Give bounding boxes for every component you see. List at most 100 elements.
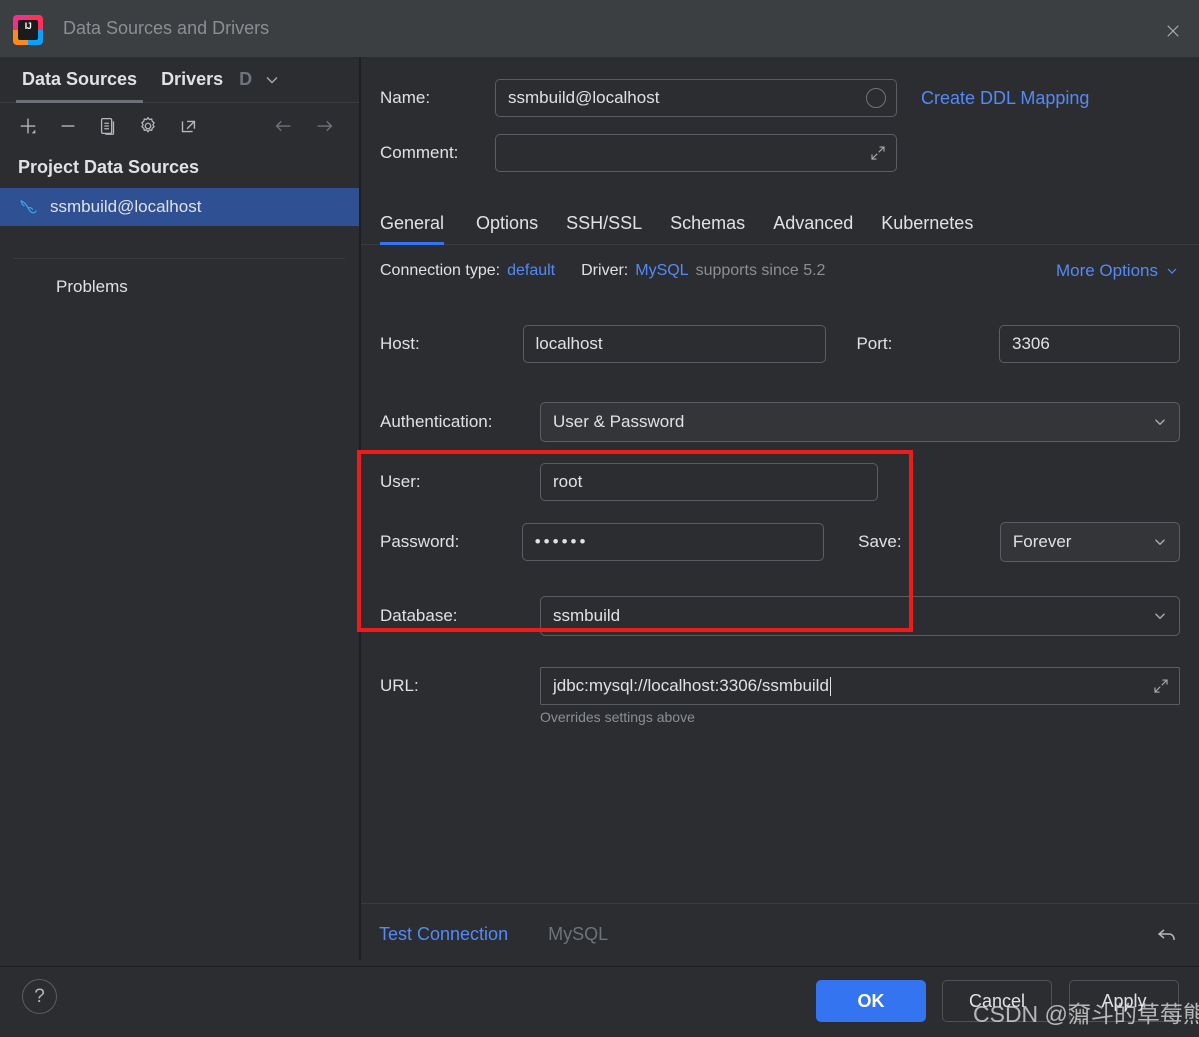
close-icon[interactable] <box>1147 4 1199 57</box>
host-field-row: Host: localhost Port: 3306 <box>380 325 1180 363</box>
tab-drivers-label: Drivers <box>161 69 224 89</box>
tab-ssh-ssl-label: SSH/SSL <box>566 213 643 233</box>
chevron-down-icon <box>1151 533 1169 551</box>
window-titlebar: IJ Data Sources and Drivers <box>0 0 1199 57</box>
tab-drivers[interactable]: Drivers <box>149 57 235 103</box>
authentication-dropdown[interactable]: User & Password <box>540 402 1180 442</box>
driver-value[interactable]: MySQL <box>635 262 688 280</box>
tab-general-label: General <box>380 213 445 233</box>
sidebar-item-problems[interactable]: Problems <box>0 259 359 297</box>
add-icon[interactable] <box>16 114 40 138</box>
duplicate-icon[interactable] <box>96 114 120 138</box>
mysql-dolphin-icon <box>16 196 42 218</box>
port-input-value: 3306 <box>1012 334 1050 353</box>
driver-note: supports since 5.2 <box>695 262 826 279</box>
test-connection-link[interactable]: Test Connection <box>379 924 508 945</box>
url-input-value: jdbc:mysql://localhost:3306/ssmbuild <box>553 676 829 695</box>
tab-advanced[interactable]: Advanced <box>759 213 867 244</box>
cancel-button-label: Cancel <box>968 990 1026 1011</box>
url-field-row: URL: jdbc:mysql://localhost:3306/ssmbuil… <box>380 667 1180 705</box>
name-input[interactable]: ssmbuild@localhost <box>495 79 897 117</box>
chevron-down-icon <box>1151 607 1169 625</box>
host-label: Host: <box>380 334 420 353</box>
authentication-label: Authentication: <box>380 412 493 431</box>
name-input-value: ssmbuild@localhost <box>508 88 660 107</box>
sidebar-toolbar <box>0 103 359 149</box>
tab-schemas-label: Schemas <box>670 213 746 233</box>
tab-kubernetes[interactable]: Kubernetes <box>867 213 987 244</box>
dialog-footer: ? OK Cancel Apply <box>0 966 1199 1037</box>
database-field-row: Database: ssmbuild <box>380 596 1180 636</box>
host-input-value: localhost <box>535 334 603 353</box>
port-label: Port: <box>856 334 893 353</box>
connection-info-row: Connection type: default Driver: MySQL s… <box>380 261 1180 281</box>
connection-type-label: Connection type: <box>380 262 501 279</box>
driver-name-label: MySQL <box>548 924 609 944</box>
apply-button-label: Apply <box>1101 990 1147 1011</box>
name-reset-circle-icon[interactable] <box>866 88 886 108</box>
tab-data-sources[interactable]: Data Sources <box>10 57 149 103</box>
cancel-button[interactable]: Cancel <box>942 980 1052 1022</box>
help-button[interactable]: ? <box>22 979 57 1014</box>
tab-truncated[interactable]: D <box>235 57 256 103</box>
tab-data-sources-label: Data Sources <box>22 69 138 89</box>
forward-arrow-icon[interactable] <box>313 114 337 138</box>
authentication-value: User & Password <box>553 412 685 431</box>
user-input[interactable]: root <box>540 463 878 501</box>
revert-arrow-icon[interactable] <box>1155 923 1179 947</box>
ok-button-label: OK <box>857 990 885 1011</box>
user-input-value: root <box>553 472 583 491</box>
driver-label: Driver: <box>581 262 629 279</box>
chevron-down-icon[interactable] <box>262 70 282 90</box>
database-dropdown[interactable]: ssmbuild <box>540 596 1180 636</box>
connection-type-value[interactable]: default <box>507 262 555 280</box>
url-input[interactable]: jdbc:mysql://localhost:3306/ssmbuild <box>540 667 1180 705</box>
host-input[interactable]: localhost <box>522 325 827 363</box>
open-external-icon[interactable] <box>176 114 200 138</box>
sidebar-panel: Data Sources Drivers D Project Data Sour… <box>0 57 360 960</box>
save-value: Forever <box>1012 532 1072 551</box>
remove-icon[interactable] <box>56 114 80 138</box>
sidebar-item-ssmbuild-localhost[interactable]: ssmbuild@localhost <box>0 188 359 226</box>
detail-panel: Name: ssmbuild@localhost Create DDL Mapp… <box>361 57 1199 902</box>
data-sources-dialog: IJ Data Sources and Drivers Data Sources… <box>0 0 1199 1037</box>
tab-general[interactable]: General <box>380 213 462 245</box>
logo-text: IJ <box>18 19 38 40</box>
sidebar-nav-buttons <box>271 114 337 138</box>
tab-ssh-ssl[interactable]: SSH/SSL <box>552 213 656 244</box>
expand-editor-icon[interactable] <box>869 144 887 162</box>
user-label: User: <box>380 472 421 491</box>
database-value: ssmbuild <box>553 606 621 625</box>
password-input-value: •••••• <box>534 532 589 551</box>
tab-schemas[interactable]: Schemas <box>656 213 759 244</box>
authentication-field-row: Authentication: User & Password <box>380 402 1180 442</box>
password-input[interactable]: •••••• <box>521 523 825 561</box>
chevron-down-icon <box>1167 268 1177 274</box>
password-label: Password: <box>380 532 460 551</box>
tab-options[interactable]: Options <box>462 213 552 244</box>
tab-advanced-label: Advanced <box>773 213 854 233</box>
tab-options-label: Options <box>476 213 539 233</box>
intellij-idea-logo-icon: IJ <box>13 14 43 45</box>
back-arrow-icon[interactable] <box>271 114 295 138</box>
text-caret <box>829 676 831 696</box>
password-field-row: Password: •••••• Save: Forever <box>380 522 1180 562</box>
comment-input[interactable] <box>495 134 897 172</box>
url-hint-text: Overrides settings above <box>540 709 695 725</box>
ok-button[interactable]: OK <box>816 980 926 1022</box>
more-options-label: More Options <box>1055 261 1158 280</box>
port-input[interactable]: 3306 <box>999 325 1180 363</box>
user-field-row: User: root <box>380 463 1180 501</box>
comment-field-row: Comment: <box>380 134 1180 172</box>
save-dropdown[interactable]: Forever <box>999 522 1180 562</box>
database-label: Database: <box>380 606 458 625</box>
expand-editor-icon[interactable] <box>1152 677 1170 695</box>
create-ddl-mapping-link[interactable]: Create DDL Mapping <box>921 88 1089 109</box>
name-label: Name: <box>380 88 431 107</box>
test-connection-bar: Test Connection MySQL <box>361 903 1199 965</box>
apply-button[interactable]: Apply <box>1069 980 1179 1022</box>
more-options-button[interactable]: More Options <box>1056 261 1180 281</box>
window-title: Data Sources and Drivers <box>63 18 270 38</box>
settings-gear-icon[interactable] <box>136 114 160 138</box>
comment-label: Comment: <box>380 143 459 162</box>
